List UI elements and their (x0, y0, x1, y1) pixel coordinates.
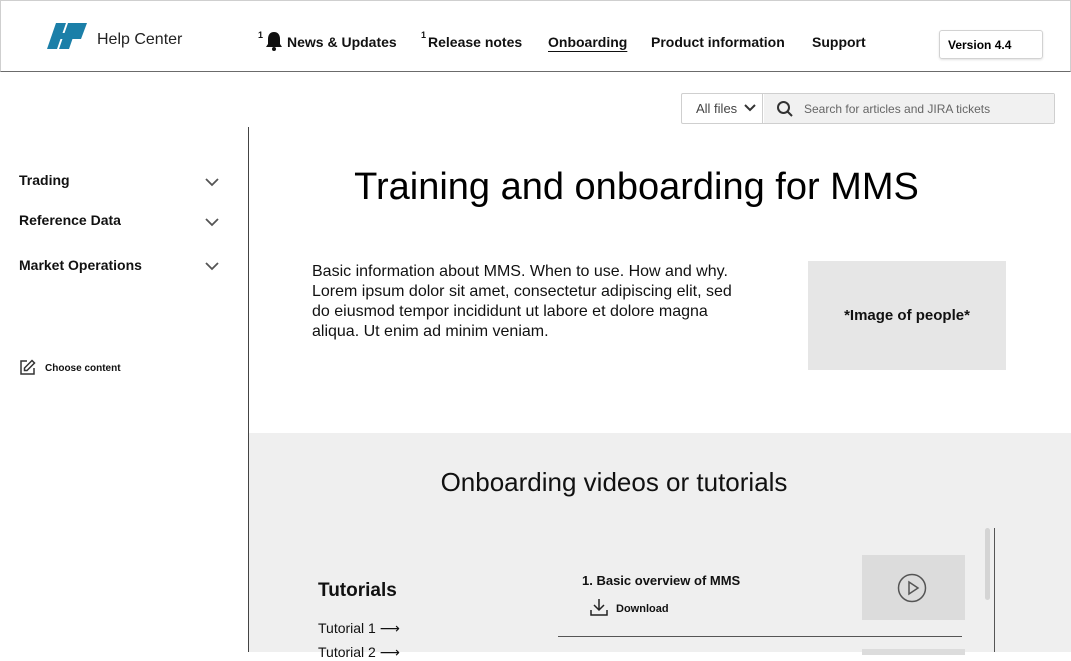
sidebar-item-market-operations[interactable]: Market Operations (19, 257, 142, 273)
search-bar: All files (681, 93, 1055, 124)
video-divider (558, 636, 962, 637)
nav-product-information[interactable]: Product information (651, 34, 785, 50)
nav-release-notes[interactable]: Release notes (428, 34, 522, 50)
tutorials-heading: Tutorials (318, 580, 397, 601)
company-logo[interactable] (46, 19, 88, 53)
nav-onboarding[interactable]: Onboarding (548, 34, 627, 50)
video-title: 1. Basic overview of MMS (582, 573, 741, 588)
search-field (764, 94, 1054, 123)
tutorial-link-1[interactable]: Tutorial 1 ⟶ (318, 620, 400, 637)
news-badge: 1 (258, 30, 264, 40)
edit-icon (20, 359, 36, 375)
scrollbar-thumb[interactable] (985, 528, 990, 600)
scrollbar-track[interactable] (994, 528, 995, 652)
video-thumbnail[interactable] (862, 555, 965, 620)
videos-section: Onboarding videos or tutorials Tutorials… (249, 433, 1071, 660)
choose-content-label: Choose content (45, 363, 121, 374)
intro-text: Basic information about MMS. When to use… (312, 263, 732, 340)
tutorial-link-2[interactable]: Tutorial 2 ⟶ (318, 644, 400, 661)
chevron-down-icon[interactable] (204, 217, 220, 227)
version-selector[interactable]: Version 4.4 (939, 30, 1043, 59)
chevron-down-icon[interactable] (204, 177, 220, 187)
video-thumbnail[interactable] (862, 649, 965, 655)
bell-icon (266, 32, 282, 51)
release-notes-badge: 1 (421, 30, 427, 40)
chevron-down-icon (744, 104, 756, 112)
chevron-down-icon[interactable] (204, 261, 220, 271)
download-icon[interactable] (589, 597, 609, 617)
sidebar-item-trading[interactable]: Trading (19, 172, 70, 188)
download-link[interactable]: Download (616, 603, 669, 615)
nav-news-updates[interactable]: News & Updates (287, 34, 397, 50)
brand-title: Help Center (97, 31, 183, 48)
file-filter-label: All files (696, 101, 738, 116)
top-navigation-bar: Help Center 1 News & Updates 1 Release n… (0, 0, 1071, 72)
choose-content-button[interactable]: Choose content (19, 359, 179, 379)
play-icon[interactable] (897, 573, 927, 603)
image-placeholder: *Image of people* (808, 261, 1006, 370)
sidebar-item-reference-data[interactable]: Reference Data (19, 212, 121, 228)
nav-support[interactable]: Support (812, 34, 866, 50)
search-input[interactable] (804, 94, 1044, 123)
file-filter-dropdown[interactable]: All files (682, 94, 763, 123)
search-icon[interactable] (776, 100, 794, 118)
page-title: Training and onboarding for MMS (354, 166, 919, 208)
videos-section-title: Onboarding videos or tutorials (440, 467, 788, 497)
